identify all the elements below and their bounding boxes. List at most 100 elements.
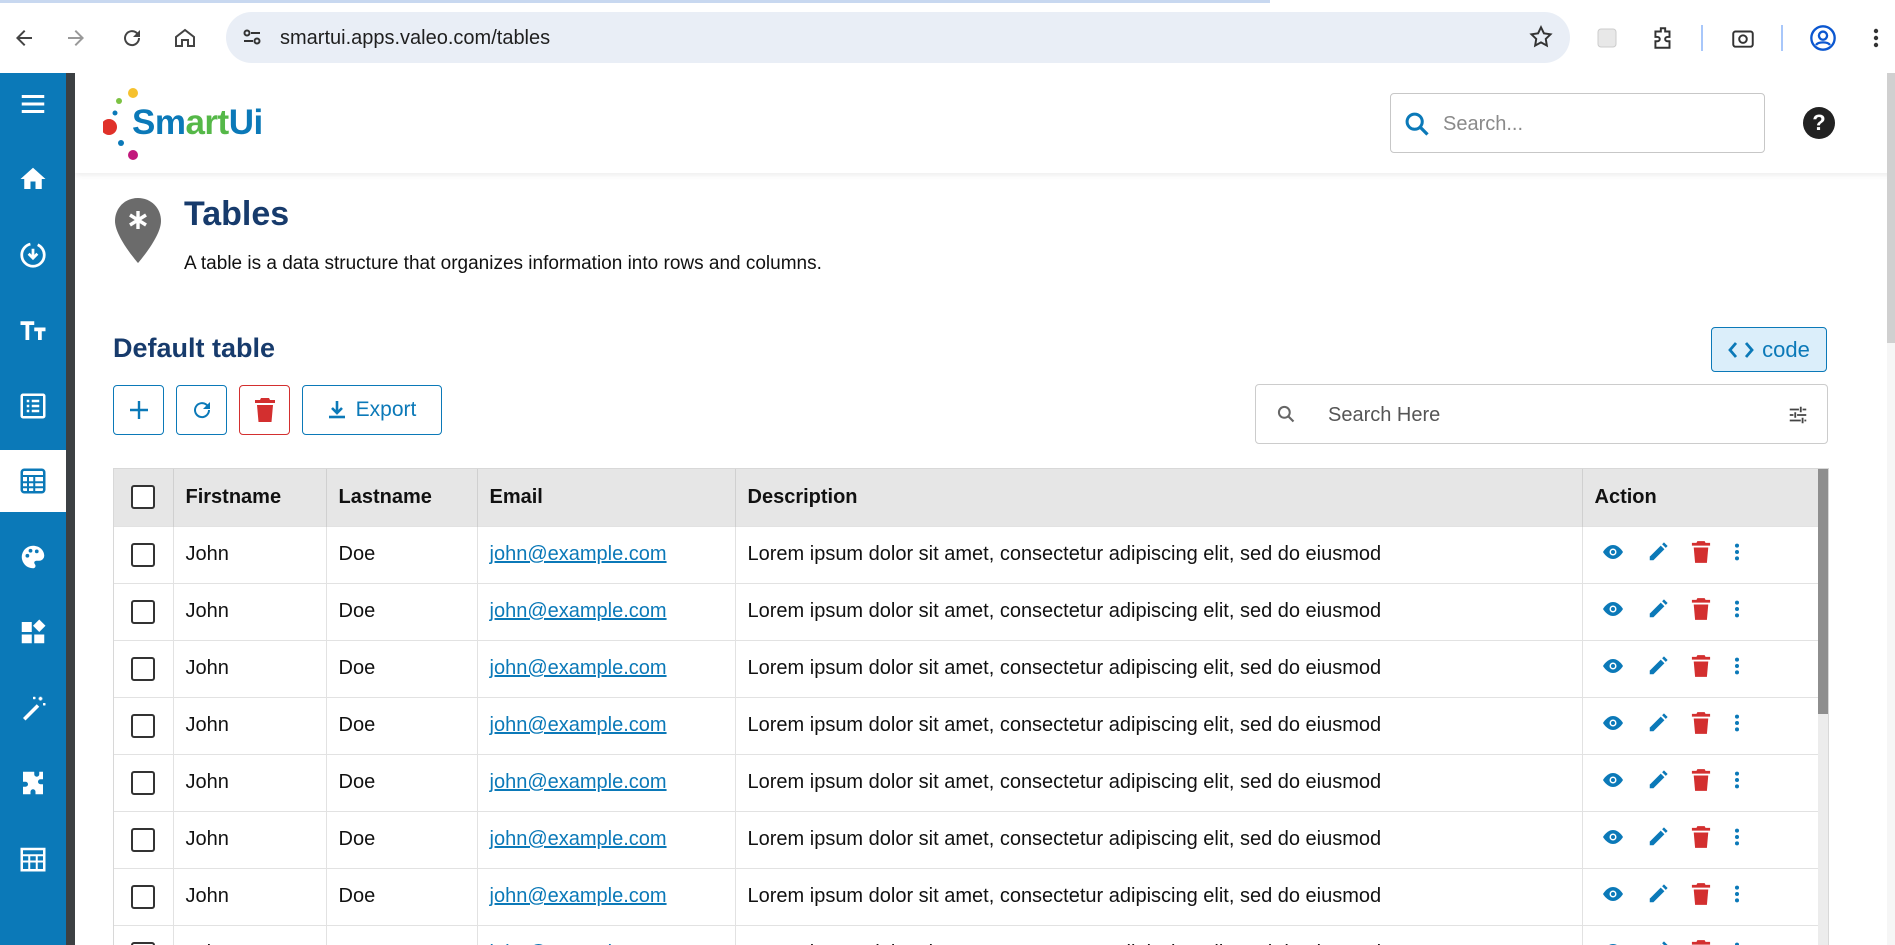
column-header-email[interactable]: Email: [477, 469, 736, 526]
cell-email-link[interactable]: john@example.com: [490, 714, 667, 736]
forward-icon[interactable]: [58, 20, 94, 56]
cell-email-link[interactable]: john@example.com: [490, 771, 667, 793]
pencil-icon[interactable]: [1647, 883, 1669, 911]
cell-firstname: John: [173, 867, 327, 925]
eye-icon[interactable]: [1601, 654, 1625, 684]
trash-icon[interactable]: [1691, 711, 1711, 741]
select-all-checkbox[interactable]: [131, 485, 156, 510]
trash-icon[interactable]: [1691, 597, 1711, 627]
download-circle-icon[interactable]: [0, 224, 66, 286]
pencil-icon[interactable]: [1647, 712, 1669, 740]
more-vert-icon[interactable]: [1733, 598, 1741, 626]
trash-icon[interactable]: [1691, 882, 1711, 912]
row-checkbox[interactable]: [131, 884, 156, 909]
table-calc-icon[interactable]: [0, 450, 66, 512]
profile-icon[interactable]: [1805, 20, 1841, 56]
table-search-input[interactable]: [1328, 401, 1748, 429]
more-vert-icon[interactable]: [1733, 541, 1741, 569]
magic-wand-icon[interactable]: [0, 677, 66, 739]
global-search[interactable]: [1390, 93, 1765, 153]
site-info-icon[interactable]: [240, 25, 264, 54]
address-bar[interactable]: smartui.apps.valeo.com/tables: [226, 12, 1570, 63]
eye-icon[interactable]: [1601, 882, 1625, 912]
menu-icon[interactable]: [0, 73, 66, 135]
text-format-icon[interactable]: [0, 299, 66, 361]
trash-icon[interactable]: [1691, 939, 1711, 945]
trash-icon[interactable]: [1691, 540, 1711, 570]
eye-icon[interactable]: [1601, 711, 1625, 741]
extension-icon[interactable]: [1589, 20, 1625, 56]
delete-button[interactable]: [239, 385, 290, 435]
home-icon[interactable]: [167, 20, 203, 56]
calendar-table-icon[interactable]: [0, 828, 66, 890]
app-content: SmartUi ? Tables A table is a data struc…: [75, 73, 1895, 945]
eye-icon[interactable]: [1601, 768, 1625, 798]
screenshot-icon[interactable]: [1725, 20, 1761, 56]
code-button[interactable]: code: [1711, 327, 1827, 372]
cell-email-link[interactable]: john@example.com: [490, 600, 667, 622]
puzzle-icon[interactable]: [1645, 20, 1681, 56]
row-checkbox[interactable]: [131, 770, 156, 795]
more-vert-icon[interactable]: [1733, 655, 1741, 683]
more-vert-icon[interactable]: [1733, 883, 1741, 911]
back-icon[interactable]: [6, 20, 42, 56]
help-icon[interactable]: ?: [1803, 107, 1835, 139]
row-checkbox[interactable]: [131, 542, 156, 567]
eye-icon[interactable]: [1601, 540, 1625, 570]
global-search-input[interactable]: [1443, 110, 1743, 138]
pencil-icon[interactable]: [1647, 826, 1669, 854]
table-scrollbar[interactable]: [1818, 469, 1828, 945]
trash-icon[interactable]: [1691, 654, 1711, 684]
cell-email-link[interactable]: john@example.com: [490, 885, 667, 907]
cell-lastname: Doe: [326, 810, 478, 868]
cell-email-link[interactable]: john@example.com: [490, 543, 667, 565]
row-checkbox[interactable]: [131, 827, 156, 852]
table-row: JohnDoe john@example.com Lorem ipsum dolor…: [114, 525, 1821, 583]
reload-icon[interactable]: [114, 20, 150, 56]
cell-firstname: John: [173, 696, 327, 754]
cell-firstname: John: [173, 582, 327, 640]
trash-icon[interactable]: [1691, 825, 1711, 855]
trash-icon[interactable]: [1691, 768, 1711, 798]
filter-tune-icon[interactable]: [1787, 404, 1809, 431]
browser-toolbar: smartui.apps.valeo.com/tables: [0, 0, 1895, 73]
eye-icon[interactable]: [1601, 825, 1625, 855]
row-checkbox[interactable]: [131, 599, 156, 624]
widgets-icon[interactable]: [0, 601, 66, 663]
pencil-icon[interactable]: [1647, 769, 1669, 797]
pencil-icon[interactable]: [1647, 655, 1669, 683]
column-header-lastname[interactable]: Lastname: [326, 469, 478, 526]
home-icon[interactable]: [0, 148, 66, 210]
eye-icon[interactable]: [1601, 597, 1625, 627]
pencil-icon[interactable]: [1647, 940, 1669, 945]
page-scrollbar[interactable]: [1887, 73, 1895, 945]
eye-icon[interactable]: [1601, 939, 1625, 945]
refresh-button[interactable]: [176, 385, 227, 435]
column-header-firstname[interactable]: Firstname: [173, 469, 327, 526]
page-title: Tables: [184, 195, 290, 233]
pencil-icon[interactable]: [1647, 541, 1669, 569]
table-search[interactable]: [1255, 384, 1828, 444]
cell-email-link[interactable]: john@example.com: [490, 828, 667, 850]
puzzle-icon[interactable]: [0, 752, 66, 814]
cell-lastname: Doe: [326, 696, 478, 754]
url-text[interactable]: smartui.apps.valeo.com/tables: [280, 27, 550, 50]
more-vert-icon[interactable]: [1733, 769, 1741, 797]
smartui-logo[interactable]: SmartUi: [132, 103, 263, 143]
cell-lastname: Doe: [326, 867, 478, 925]
row-checkbox[interactable]: [131, 656, 156, 681]
more-vert-icon[interactable]: [1733, 826, 1741, 854]
more-vert-icon[interactable]: [1733, 712, 1741, 740]
add-button[interactable]: [113, 385, 164, 435]
more-vert-icon[interactable]: [1733, 940, 1741, 945]
row-checkbox[interactable]: [131, 713, 156, 738]
plus-icon: [129, 401, 148, 419]
menu-dots-icon[interactable]: [1861, 20, 1891, 56]
export-button[interactable]: Export: [302, 385, 442, 435]
bookmark-star-icon[interactable]: [1528, 24, 1554, 55]
palette-icon[interactable]: [0, 526, 66, 588]
column-header-description[interactable]: Description: [735, 469, 1583, 526]
pencil-icon[interactable]: [1647, 598, 1669, 626]
cell-email-link[interactable]: john@example.com: [490, 657, 667, 679]
list-alt-icon[interactable]: [0, 375, 66, 437]
